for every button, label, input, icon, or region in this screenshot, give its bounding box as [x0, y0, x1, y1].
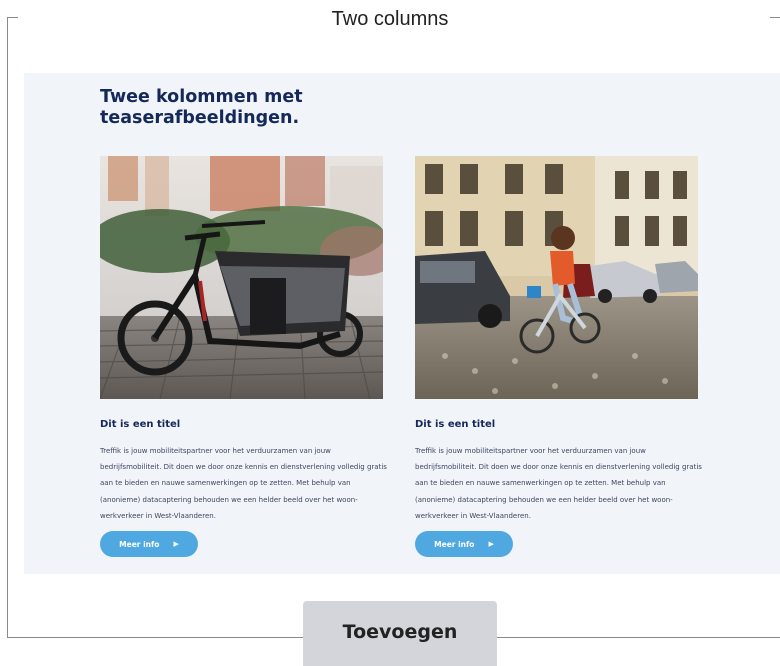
- cargo-bike-image: [100, 156, 383, 399]
- button-label: Meer info: [119, 539, 160, 549]
- woman-cycling-image: [415, 156, 698, 399]
- component-title: Two columns: [331, 8, 449, 30]
- frame-bottom-border: [7, 637, 303, 638]
- frame-bottom-border: [497, 637, 780, 638]
- teaser-title: Dit is een titel: [100, 419, 181, 430]
- add-button[interactable]: Toevoegen: [303, 601, 497, 666]
- button-label: Meer info: [434, 539, 475, 549]
- teaser-text: Treffik is jouw mobiliteitspartner voor …: [100, 447, 387, 520]
- preview-heading: Twee kolommen met teaserafbeeldingen.: [100, 87, 303, 128]
- component-preview[interactable]: Twee kolommen met teaserafbeeldingen. Di…: [24, 73, 780, 574]
- teaser-title: Dit is een titel: [415, 419, 496, 430]
- frame-left-border: [7, 17, 8, 637]
- play-arrow-icon: ▶: [173, 540, 179, 548]
- teaser-text: Treffik is jouw mobiliteitspartner voor …: [415, 447, 702, 520]
- meer-info-button[interactable]: Meer info ▶: [415, 531, 513, 557]
- play-arrow-icon: ▶: [488, 540, 494, 548]
- meer-info-button[interactable]: Meer info ▶: [100, 531, 198, 557]
